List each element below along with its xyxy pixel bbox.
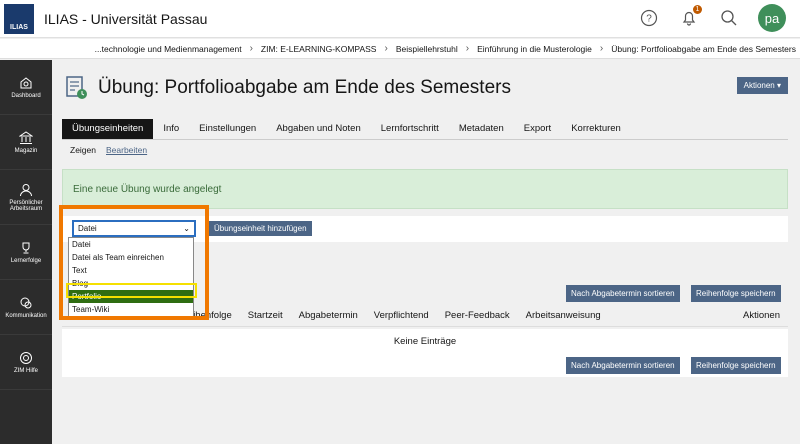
sidebar-item-label: Magazin xyxy=(14,147,38,154)
sidebar-item-lernerfolge[interactable]: Lernerfolge xyxy=(0,225,52,280)
success-message: Eine neue Übung wurde angelegt xyxy=(62,169,788,209)
svg-text:?: ? xyxy=(646,14,652,25)
library-icon xyxy=(19,130,33,144)
empty-table-row: Keine Einträge xyxy=(62,329,788,353)
person-icon xyxy=(20,183,32,196)
user-avatar[interactable]: pa xyxy=(758,4,786,32)
tab-metadaten[interactable]: Metadaten xyxy=(449,123,514,139)
tab-abgaben-und-noten[interactable]: Abgaben und Noten xyxy=(266,123,371,139)
sidebar-item-kommunikation[interactable]: Kommunikation xyxy=(0,280,52,335)
tab-korrekturen[interactable]: Korrekturen xyxy=(561,123,631,139)
help-icon[interactable]: ? xyxy=(638,7,660,29)
help-lifebuoy-icon xyxy=(20,351,32,364)
exercise-icon xyxy=(66,76,87,99)
assignment-type-select[interactable]: Datei ⌄ xyxy=(72,220,196,237)
sidebar-item-dashboard[interactable]: Dashboard xyxy=(0,60,52,115)
dropdown-option-selected[interactable]: Portfolio xyxy=(69,290,193,303)
column-header[interactable]: Abgabetermin xyxy=(291,310,366,321)
sidebar-item-workspace[interactable]: Persönlicher Arbeitsraum xyxy=(0,170,52,225)
chevron-down-icon: ⌄ xyxy=(183,224,190,233)
breadcrumb-item-current[interactable]: Übung: Portfolioabgabe am Ende des Semes… xyxy=(611,44,796,54)
assignment-type-dropdown: Datei Datei als Team einreichen Text Blo… xyxy=(68,237,194,317)
column-header-actions: Aktionen xyxy=(743,310,780,321)
column-header[interactable]: Verpflichtend xyxy=(366,310,437,321)
main-sidebar: Dashboard Magazin Persönlicher Arbeitsra… xyxy=(0,60,52,444)
sidebar-item-label: ZIM Hilfe xyxy=(14,367,38,374)
tab-info[interactable]: Info xyxy=(153,123,189,139)
sidebar-item-magazin[interactable]: Magazin xyxy=(0,115,52,170)
sidebar-item-label: Lernerfolge xyxy=(10,257,42,264)
column-header[interactable]: Startzeit xyxy=(240,310,291,321)
breadcrumb-item[interactable]: Einführung in die Musterologie xyxy=(477,44,592,54)
breadcrumb-item[interactable]: ...technologie und Medienmanagement xyxy=(95,44,242,54)
sort-by-deadline-button-bottom[interactable]: Nach Abgabetermin sortieren xyxy=(566,357,680,374)
chevron-right-icon: › xyxy=(384,43,388,54)
dashboard-icon xyxy=(20,76,32,88)
tab-export[interactable]: Export xyxy=(514,123,561,139)
dropdown-option[interactable]: Datei als Team einreichen xyxy=(69,251,193,264)
page-title: Übung: Portfolioabgabe am Ende des Semes… xyxy=(98,77,511,98)
subtab-zeigen[interactable]: Zeigen xyxy=(70,145,96,155)
site-title[interactable]: ILIAS - Universität Passau xyxy=(44,11,207,27)
add-assignment-button[interactable]: Übungseinheit hinzufügen xyxy=(209,221,312,236)
sidebar-item-label: Kommunikation xyxy=(5,312,47,319)
dropdown-option[interactable]: Blog xyxy=(69,277,193,290)
sidebar-item-zim-hilfe[interactable]: ZIM Hilfe xyxy=(0,335,52,390)
dropdown-option[interactable]: Team-Wiki xyxy=(69,303,193,316)
search-icon[interactable] xyxy=(718,7,740,29)
save-order-button[interactable]: Reihenfolge speichern xyxy=(691,285,781,302)
notification-bell-icon[interactable]: 1 xyxy=(678,5,702,29)
sort-by-deadline-button[interactable]: Nach Abgabetermin sortieren xyxy=(566,285,680,302)
column-header[interactable]: Peer-Feedback xyxy=(437,310,518,321)
tab-uebungseinheiten[interactable]: Übungseinheiten xyxy=(62,119,154,139)
sidebar-item-label: Persönlicher Arbeitsraum xyxy=(9,199,43,212)
actions-button[interactable]: Aktionen ▾ xyxy=(736,77,788,94)
tab-einstellungen[interactable]: Einstellungen xyxy=(189,123,266,139)
save-order-button-bottom[interactable]: Reihenfolge speichern xyxy=(691,357,781,374)
top-bar: ILIAS ILIAS - Universität Passau ? 1 pa xyxy=(0,0,800,38)
breadcrumb-item[interactable]: Beispiellehrstuhl xyxy=(396,44,458,54)
select-value: Datei xyxy=(78,224,97,233)
ilias-logo[interactable]: ILIAS xyxy=(4,3,34,34)
chat-icon xyxy=(20,297,32,308)
tab-bar: Übungseinheiten Info Einstellungen Abgab… xyxy=(62,119,788,140)
breadcrumb: ...technologie und Medienmanagement › ZI… xyxy=(0,39,800,59)
subtab-bearbeiten[interactable]: Bearbeiten xyxy=(106,145,147,155)
breadcrumb-item[interactable]: ZIM: E-LEARNING-KOMPASS xyxy=(261,44,377,54)
dropdown-option[interactable]: Datei xyxy=(69,238,193,251)
chevron-right-icon: › xyxy=(599,43,604,54)
trophy-icon xyxy=(22,242,30,253)
chevron-right-icon: › xyxy=(465,43,470,54)
sidebar-item-label: Dashboard xyxy=(11,92,41,99)
tab-lernfortschritt[interactable]: Lernfortschritt xyxy=(371,123,449,139)
chevron-right-icon: › xyxy=(249,43,253,54)
dropdown-option[interactable]: Text xyxy=(69,264,193,277)
column-header: Arbeitsanweisung xyxy=(525,310,601,321)
notification-badge: 1 xyxy=(693,5,702,14)
